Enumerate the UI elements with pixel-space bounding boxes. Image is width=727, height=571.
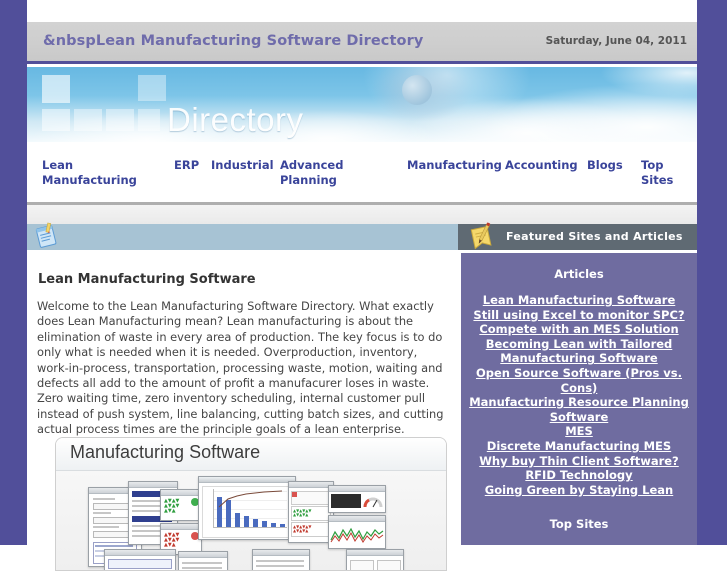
article-link[interactable]: Going Green by Staying Lean [461, 483, 697, 498]
banner-square-5 [138, 109, 160, 131]
article-link[interactable]: Still using Excel to monitor SPC? [461, 308, 697, 323]
banner-square-2 [42, 109, 70, 131]
article-link[interactable]: Open Source Software (Pros vs. Cons) [461, 366, 697, 395]
mini-window-green: ▲▼▲▼ ▲▼▲▼ ▲▼▲ [160, 489, 202, 521]
notepad-icon [31, 221, 61, 251]
main-navigation: Lean Manufacturing ERP Industrial Advanc… [27, 142, 697, 198]
article-link[interactable]: MES [461, 424, 697, 439]
main-content-column: Lean Manufacturing Software Welcome to t… [27, 221, 458, 571]
sky-banner: Directory [27, 67, 697, 142]
article-link[interactable]: Compete with an MES Solution [461, 322, 697, 337]
sidebar-column: Featured Sites and Articles Articles Lea… [458, 222, 697, 545]
mini-window-bottom-right [252, 549, 310, 570]
banner-square-4 [106, 109, 134, 131]
mini-window-pareto-chart [198, 476, 296, 540]
nav-item-erp[interactable]: ERP [174, 158, 199, 173]
nav-item-manufacturing[interactable]: Manufacturing [407, 158, 502, 173]
page-inner: &nbspLean Manufacturing Software Directo… [27, 0, 697, 571]
article-link[interactable]: Why buy Thin Client Software? [461, 454, 697, 469]
mini-window-bottom-left [104, 549, 176, 570]
mini-window-bottom-mid [178, 551, 228, 570]
featured-bar: Featured Sites and Articles [458, 222, 697, 250]
sidebar-body: Articles Lean Manufacturing Software Sti… [461, 253, 697, 545]
topsites-heading: Top Sites [549, 517, 609, 532]
software-screenshot: Manufacturing Software ▲▼▲▼ ▲▼▲▼ ▲▼▲ ▲▼▲… [55, 437, 447, 571]
mini-window-trend-chart [328, 515, 386, 549]
screenshot-title: Manufacturing Software [70, 442, 261, 462]
current-date: Saturday, June 04, 2011 [545, 35, 687, 47]
articles-list: Lean Manufacturing Software Still using … [461, 293, 697, 497]
featured-bar-label: Featured Sites and Articles [506, 230, 683, 243]
nav-item-industrial[interactable]: Industrial [211, 158, 274, 173]
article-link[interactable]: Becoming Lean with Tailored Manufacturin… [461, 337, 697, 366]
mini-window-bottom-far-right [346, 549, 404, 570]
title-bar: &nbspLean Manufacturing Software Directo… [27, 22, 697, 64]
article-link[interactable]: Discrete Manufacturing MES [461, 439, 697, 454]
screenshot-collage: ▲▼▲▼ ▲▼▲▼ ▲▼▲ ▲▼▲▼ ▲▼▲▼ ▲▼▲ ▲▼▲▼▲▼ ▲▼▲▼▲… [56, 471, 446, 570]
left-purple-band [0, 0, 27, 545]
content-columns: Lean Manufacturing Software Welcome to t… [27, 205, 697, 571]
article-link[interactable]: RFID Technology [461, 468, 697, 483]
nav-item-advanced-planning[interactable]: Advanced Planning [280, 158, 350, 188]
article-link[interactable]: Lean Manufacturing Software [461, 293, 697, 308]
nav-item-accounting[interactable]: Accounting [505, 158, 578, 173]
nav-item-blogs[interactable]: Blogs [587, 158, 623, 173]
banner-square-1 [42, 75, 70, 103]
page-title: &nbspLean Manufacturing Software Directo… [43, 33, 424, 49]
banner-square-3 [74, 109, 102, 131]
main-content-bar [27, 221, 458, 251]
articles-heading: Articles [554, 267, 604, 281]
article-heading: Lean Manufacturing Software [38, 272, 256, 287]
mini-window-gauge [328, 485, 386, 513]
content-top-strip [27, 205, 697, 224]
page-root: &nbspLean Manufacturing Software Directo… [0, 0, 727, 571]
nav-item-top-sites[interactable]: Top Sites [641, 158, 681, 188]
banner-word: Directory [167, 101, 304, 138]
article-link[interactable]: Manufacturing Resource Planning Software [461, 395, 697, 424]
article-body: Welcome to the Lean Manufacturing Softwa… [37, 299, 444, 437]
right-purple-band [697, 0, 727, 545]
moon-icon [402, 75, 432, 105]
notepad-pencil-icon [464, 220, 498, 254]
nav-item-lean-manufacturing[interactable]: Lean Manufacturing [42, 158, 152, 188]
banner-square-6 [138, 75, 166, 101]
